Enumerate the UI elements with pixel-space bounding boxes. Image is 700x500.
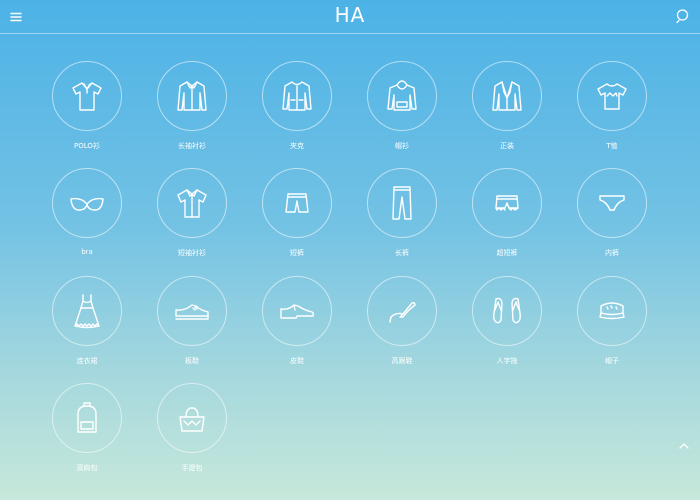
category-label: 板鞋 (185, 357, 199, 365)
category-label: 长袖衬衫 (178, 142, 206, 150)
handbag-icon (179, 407, 205, 432)
category-bra[interactable]: bra (37, 168, 137, 256)
category-circle (367, 276, 437, 346)
category-handbag[interactable]: 手提包 (142, 383, 242, 473)
category-long-sleeve-shirt[interactable]: 长袖衬衫 (142, 61, 242, 151)
category-trousers[interactable]: 长裤 (352, 168, 452, 258)
hoodie-icon (387, 80, 417, 111)
category-circle (472, 276, 542, 346)
category-label: 超短裤 (496, 249, 518, 257)
category-dress[interactable]: 连衣裙 (37, 276, 137, 366)
backpack-icon (77, 402, 97, 433)
t-shirt-icon (597, 83, 627, 110)
shorts-icon (285, 193, 309, 213)
category-cap[interactable]: 帽子 (562, 276, 662, 366)
category-sneaker[interactable]: 板鞋 (142, 276, 242, 366)
category-circle (157, 383, 227, 453)
underwear-icon (599, 195, 625, 211)
category-label: bra (81, 248, 93, 256)
category-label: 正装 (500, 142, 514, 150)
category-label: 帽衫 (395, 142, 409, 150)
trousers-icon (392, 186, 412, 220)
category-hot-pants[interactable]: 超短裤 (457, 168, 557, 258)
bra-icon (70, 197, 104, 211)
category-label: 长裤 (395, 249, 409, 257)
category-circle (577, 61, 647, 131)
category-leather-shoe[interactable]: 皮鞋 (247, 276, 347, 366)
category-label: 高跟鞋 (391, 357, 413, 365)
category-circle (52, 168, 122, 238)
category-suit[interactable]: 正装 (457, 61, 557, 151)
category-label: T恤 (606, 142, 618, 150)
sneaker-icon (175, 304, 209, 320)
dress-icon (74, 294, 100, 329)
leather-shoe-icon (280, 304, 315, 319)
category-circle (157, 276, 227, 346)
category-circle (52, 61, 122, 131)
category-flip-flops[interactable]: 人字拖 (457, 276, 557, 366)
category-circle (577, 168, 647, 238)
category-hoodie[interactable]: 帽衫 (352, 61, 452, 151)
category-circle (52, 383, 122, 453)
category-underwear[interactable]: 内裤 (562, 168, 662, 258)
category-circle (262, 276, 332, 346)
category-label: 帽子 (605, 357, 619, 365)
suit-icon (492, 81, 522, 111)
category-label: 手提包 (181, 464, 203, 472)
category-label: 夹克 (290, 142, 304, 150)
category-circle (577, 276, 647, 346)
category-circle (52, 276, 122, 346)
category-label: 短袖衬衫 (178, 249, 206, 257)
hot-pants-icon (495, 195, 519, 211)
category-shorts[interactable]: 短裤 (247, 168, 347, 258)
category-polo-shirt[interactable]: POLO衫 (37, 61, 137, 151)
category-circle (157, 168, 227, 238)
chevron-up-icon[interactable] (678, 436, 690, 449)
high-heel-icon (389, 302, 416, 323)
category-backpack[interactable]: 双肩包 (37, 383, 137, 473)
category-label: POLO衫 (74, 142, 100, 150)
category-t-shirt[interactable]: T恤 (562, 61, 662, 151)
category-label: 人字拖 (496, 357, 518, 365)
category-circle (367, 61, 437, 131)
category-label: 内裤 (605, 249, 619, 257)
category-label: 短裤 (290, 249, 304, 257)
category-circle (367, 168, 437, 238)
polo-shirt-icon (72, 82, 102, 111)
jacket-icon (282, 81, 312, 111)
category-jacket[interactable]: 夹克 (247, 61, 347, 151)
cap-icon (599, 302, 625, 320)
category-label: 皮鞋 (290, 357, 304, 365)
category-circle (472, 61, 542, 131)
category-circle (472, 168, 542, 238)
category-circle (262, 168, 332, 238)
category-grid: POLO衫 长袖衬衫 夹克 帽衫 正装 T恤 bra 短袖衬衫 短裤 长裤 超短… (0, 0, 700, 500)
category-label: 连衣裙 (76, 357, 98, 365)
category-high-heel[interactable]: 高跟鞋 (352, 276, 452, 366)
flip-flops-icon (493, 297, 521, 324)
category-short-sleeve-shirt[interactable]: 短袖衬衫 (142, 168, 242, 258)
long-sleeve-shirt-icon (177, 81, 207, 111)
category-circle (157, 61, 227, 131)
category-circle (262, 61, 332, 131)
category-label: 双肩包 (76, 464, 98, 472)
short-sleeve-shirt-icon (177, 189, 207, 218)
